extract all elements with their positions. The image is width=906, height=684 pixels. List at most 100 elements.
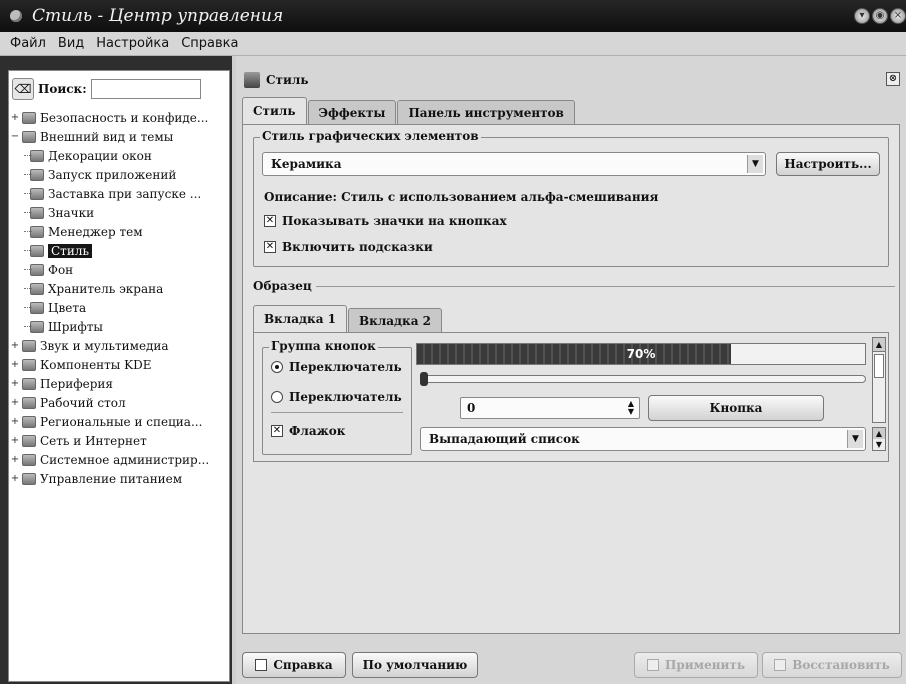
sidebar-item[interactable]: Шрифты — [10, 317, 228, 336]
regional-icon — [22, 415, 36, 428]
menu-view[interactable]: Вид — [52, 36, 90, 51]
tree-expander-icon[interactable]: + — [10, 112, 20, 123]
close-icon[interactable]: × — [890, 8, 906, 24]
radio-1-row[interactable]: Переключатель — [271, 360, 402, 374]
sidebar-item[interactable]: − Внешний вид и темы — [10, 127, 228, 146]
scroll-up-icon[interactable]: ▲ — [873, 338, 885, 352]
defaults-button[interactable]: По умолчанию — [352, 652, 478, 678]
sidebar-item-label: Запуск приложений — [48, 167, 177, 182]
preview-tab-2[interactable]: Вкладка 2 — [348, 308, 443, 332]
tree-expander-icon[interactable]: + — [10, 359, 20, 370]
sidebar-item[interactable]: + Управление питанием — [10, 469, 228, 488]
menu-help[interactable]: Справка — [175, 36, 244, 51]
slider-handle[interactable] — [420, 372, 428, 386]
apply-button[interactable]: Применить — [634, 652, 758, 678]
radio-1[interactable] — [271, 361, 283, 373]
help-button[interactable]: Справка — [242, 652, 346, 678]
search-input[interactable] — [90, 79, 201, 99]
tab-toolbar[interactable]: Панель инструментов — [397, 100, 575, 124]
sidebar-item[interactable]: + Безопасность и конфиде... — [10, 108, 228, 127]
shield-icon — [22, 111, 36, 124]
tree-expander-icon[interactable]: − — [10, 131, 20, 142]
sound-icon — [22, 339, 36, 352]
sidebar-item[interactable]: Значки — [10, 203, 228, 222]
sidebar-item-label: Компоненты KDE — [40, 357, 152, 372]
window-titlebar[interactable]: Стиль - Центр управления ▾ ◉ × — [0, 0, 906, 32]
minimize-icon[interactable]: ▾ — [854, 8, 870, 24]
slider-track[interactable] — [420, 375, 866, 383]
sidebar-item[interactable]: + Сеть и Интернет — [10, 431, 228, 450]
preview-tab-1[interactable]: Вкладка 1 — [253, 305, 348, 332]
sidebar-item[interactable]: Стиль — [10, 241, 228, 260]
scrollbar-thumb[interactable] — [874, 354, 884, 378]
theme-manager-icon — [30, 225, 44, 238]
menu-settings[interactable]: Настройка — [90, 36, 175, 51]
flag-checkbox[interactable]: ✕ — [271, 425, 283, 437]
sidebar-item-label: Хранитель экрана — [48, 281, 164, 296]
splash-icon — [30, 187, 44, 200]
clear-search-icon[interactable]: ⌫ — [12, 78, 34, 100]
module-header: Стиль — [244, 68, 309, 92]
radio-2[interactable] — [271, 391, 283, 403]
tree-expander-icon[interactable]: + — [10, 473, 20, 484]
vertical-scrollbar[interactable]: ▲ — [872, 337, 886, 423]
module-tabs: Стиль Эффекты Панель инструментов — [242, 97, 576, 124]
button-group: Группа кнопок Переключатель Переключател… — [262, 339, 412, 455]
preview-combo[interactable]: Выпадающий список ▼ — [420, 427, 866, 451]
sidebar-item[interactable]: + Компоненты KDE — [10, 355, 228, 374]
flag-checkbox-row[interactable]: ✕ Флажок — [271, 424, 345, 438]
preview-title: Образец — [253, 279, 316, 293]
tooltips-label: Включить подсказки — [282, 240, 433, 254]
apply-button-label: Применить — [665, 658, 745, 672]
maximize-icon[interactable]: ◉ — [872, 8, 888, 24]
sidebar-item[interactable]: + Периферия — [10, 374, 228, 393]
tree-expander-icon[interactable]: + — [10, 416, 20, 427]
vertical-spin-scroll[interactable]: ▲ ▼ — [872, 427, 886, 451]
tree-expander-icon[interactable]: + — [10, 397, 20, 408]
show-icons-checkbox-row[interactable]: ✕ Показывать значки на кнопках — [264, 214, 507, 228]
tooltips-checkbox-row[interactable]: ✕ Включить подсказки — [264, 240, 433, 254]
style-description: Описание: Стиль с использованием альфа-с… — [264, 190, 658, 204]
desktop-icon — [22, 396, 36, 409]
sidebar-item[interactable]: Хранитель экрана — [10, 279, 228, 298]
tree-expander-icon[interactable]: + — [10, 435, 20, 446]
tree-expander-icon[interactable]: + — [10, 340, 20, 351]
tree-expander-icon[interactable]: + — [10, 454, 20, 465]
spin-box[interactable]: 0 ▲ ▼ — [460, 397, 640, 419]
whats-this-icon[interactable]: ⊗ — [886, 72, 900, 86]
tree-expander-icon[interactable]: + — [10, 378, 20, 389]
menubar: Файл Вид Настройка Справка — [0, 32, 906, 56]
tooltips-checkbox[interactable]: ✕ — [264, 241, 276, 253]
tab-style[interactable]: Стиль — [242, 97, 307, 124]
radio-2-row[interactable]: Переключатель — [271, 390, 402, 404]
sidebar-item[interactable]: Декорации окон — [10, 146, 228, 165]
sidebar-item[interactable]: + Звук и мультимедиа — [10, 336, 228, 355]
icons-icon — [30, 206, 44, 219]
launch-icon — [30, 168, 44, 181]
scroll-down-icon[interactable]: ▼ — [873, 439, 885, 450]
configure-button[interactable]: Настроить... — [776, 152, 880, 176]
menu-file[interactable]: Файл — [4, 36, 52, 51]
sidebar-item-label: Шрифты — [48, 319, 103, 334]
sidebar-item[interactable]: + Системное администрир... — [10, 450, 228, 469]
sidebar-item-label: Менеджер тем — [48, 224, 143, 239]
preview-push-button[interactable]: Кнопка — [648, 395, 824, 421]
scroll-up-icon[interactable]: ▲ — [873, 428, 885, 439]
colors-icon — [30, 301, 44, 314]
widget-style-combo[interactable]: Керамика ▼ — [262, 152, 766, 176]
sidebar-item[interactable]: Фон — [10, 260, 228, 279]
sidebar-item-label: Безопасность и конфиде... — [40, 110, 209, 125]
sidebar-item-label: Периферия — [40, 376, 113, 391]
tab-effects[interactable]: Эффекты — [307, 100, 397, 124]
sidebar-item[interactable]: + Рабочий стол — [10, 393, 228, 412]
sidebar-item[interactable]: Менеджер тем — [10, 222, 228, 241]
chevron-down-icon: ▼ — [847, 430, 863, 448]
sidebar-item[interactable]: + Региональные и специа... — [10, 412, 228, 431]
sidebar-item[interactable]: Заставка при запуске ... — [10, 184, 228, 203]
show-icons-checkbox[interactable]: ✕ — [264, 215, 276, 227]
sidebar-item[interactable]: Цвета — [10, 298, 228, 317]
spin-arrows-icon[interactable]: ▲ ▼ — [625, 400, 637, 416]
sidebar-item[interactable]: Запуск приложений — [10, 165, 228, 184]
reset-icon — [774, 659, 787, 671]
reset-button[interactable]: Восстановить — [762, 652, 902, 678]
